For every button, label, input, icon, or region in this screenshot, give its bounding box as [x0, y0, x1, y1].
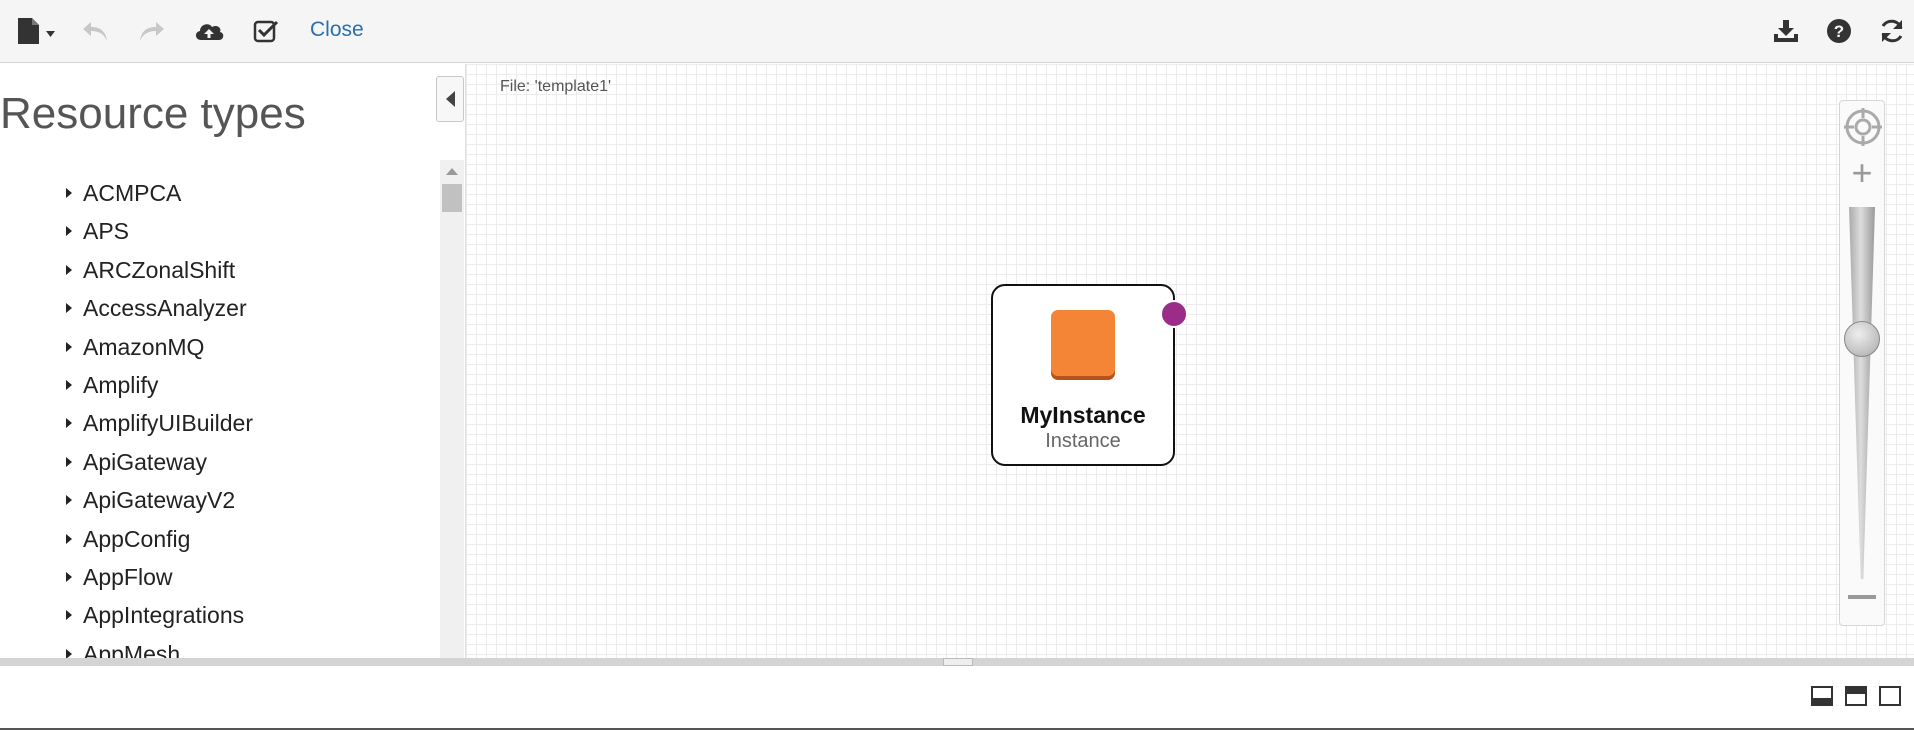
zoom-control: + [1839, 100, 1885, 626]
zoom-slider-track[interactable] [1849, 207, 1875, 579]
splitter-grip[interactable] [943, 658, 973, 666]
new-file-menu-button[interactable] [12, 12, 60, 50]
zoom-slider-handle[interactable] [1844, 321, 1880, 357]
bottom-panel [0, 666, 1914, 730]
resource-type-item[interactable]: ApiGatewayV2 [66, 483, 235, 517]
connection-port[interactable] [1160, 300, 1188, 328]
resource-type-item[interactable]: AppConfig [66, 522, 190, 556]
help-button[interactable]: ? [1821, 12, 1857, 50]
resource-list-scrollbar[interactable] [440, 160, 464, 658]
resource-type-item[interactable]: ARCZonalShift [66, 253, 235, 287]
expand-caret-icon [66, 572, 72, 582]
file-icon [18, 18, 55, 44]
node-name: MyInstance [1020, 402, 1146, 428]
panel-splitter[interactable] [0, 658, 1914, 666]
caret-down-icon [46, 31, 55, 37]
expand-caret-icon [66, 226, 72, 236]
layout-bottom-small-icon[interactable] [1811, 686, 1833, 706]
resource-type-item[interactable]: AccessAnalyzer [66, 291, 247, 325]
resource-type-item[interactable]: ACMPCA [66, 176, 181, 210]
expand-caret-icon [66, 495, 72, 505]
expand-caret-icon [66, 457, 72, 467]
resource-type-item[interactable]: AppFlow [66, 560, 172, 594]
resource-node[interactable]: MyInstance Instance [991, 284, 1175, 466]
undo-icon [83, 22, 107, 41]
cloud-upload-icon [195, 24, 224, 40]
undo-button[interactable] [76, 12, 116, 50]
resource-type-item[interactable]: AmplifyUIBuilder [66, 406, 253, 440]
resource-type-item[interactable]: Amplify [66, 368, 158, 402]
expand-caret-icon [66, 303, 72, 313]
panel-title: Resource types [0, 89, 306, 138]
close-link[interactable]: Close [310, 18, 364, 42]
scroll-up-arrow-icon[interactable] [446, 168, 458, 175]
expand-caret-icon [66, 380, 72, 390]
resource-type-item[interactable]: ApiGateway [66, 445, 207, 479]
checkbox-check-icon [253, 20, 279, 43]
refresh-icon [1881, 19, 1903, 43]
reset-view-icon[interactable] [1843, 107, 1883, 147]
file-name-label: File: 'template1' [500, 78, 612, 95]
expand-caret-icon [66, 188, 72, 198]
zoom-in-button[interactable]: + [1840, 155, 1884, 191]
download-icon [1774, 20, 1798, 42]
resource-types-panel: Resource types ACMPCA APS ARCZonalShift … [0, 64, 440, 658]
caret-left-icon [445, 91, 455, 107]
resource-type-item[interactable]: AmazonMQ [66, 330, 204, 364]
help-icon: ? [1827, 19, 1851, 43]
resource-type-list: ACMPCA APS ARCZonalShift AccessAnalyzer … [0, 160, 440, 658]
toolbar: Close ? [0, 0, 1914, 63]
scrollbar-thumb[interactable] [442, 184, 462, 212]
node-type: Instance [1045, 430, 1121, 452]
expand-caret-icon [66, 649, 72, 658]
download-button[interactable] [1768, 12, 1804, 50]
layout-full-icon[interactable] [1879, 686, 1901, 706]
validate-template-button[interactable] [246, 12, 286, 50]
expand-caret-icon [66, 534, 72, 544]
resource-type-item[interactable]: APS [66, 214, 129, 248]
design-canvas[interactable]: File: 'template1' MyInstance Instance + [465, 64, 1914, 658]
save-to-cloud-button[interactable] [188, 12, 230, 50]
zoom-out-button[interactable] [1848, 595, 1876, 599]
instance-icon [1051, 310, 1115, 376]
expand-caret-icon [66, 610, 72, 620]
expand-caret-icon [66, 342, 72, 352]
layout-split-icon[interactable] [1845, 686, 1867, 706]
resource-type-item[interactable]: AppMesh [66, 637, 180, 658]
resource-type-item[interactable]: AppIntegrations [66, 598, 244, 632]
refresh-button[interactable] [1873, 12, 1911, 50]
redo-button[interactable] [131, 12, 171, 50]
redo-icon [140, 22, 164, 41]
svg-text:?: ? [1834, 22, 1844, 41]
expand-caret-icon [66, 265, 72, 275]
expand-caret-icon [66, 418, 72, 428]
collapse-panel-button[interactable] [436, 76, 464, 122]
